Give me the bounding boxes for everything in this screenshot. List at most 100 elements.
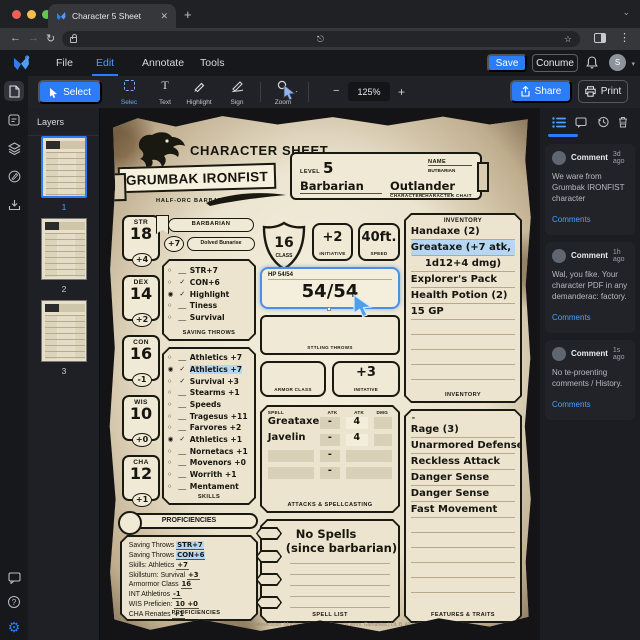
inventory-item[interactable]: Handaxe (2): [411, 224, 515, 240]
zoom-out-button[interactable]: −: [333, 85, 339, 97]
attacks-box[interactable]: SPELL ATK ATK DMG Greataxe - 4 Javelin -: [260, 405, 400, 513]
comment-card[interactable]: Comment 1s ago No te-proenting comments …: [545, 339, 635, 420]
pointer-mode-icon[interactable]: [283, 84, 298, 101]
skill-row[interactable]: ○ __ Movenors +0: [164, 457, 254, 469]
comment-card[interactable]: Comment 1h ago Wal, you fike. Your chara…: [545, 241, 635, 333]
armor-class-box[interactable]: ARMOR CLASS: [260, 361, 326, 397]
save-row[interactable]: ○ __ Survival: [164, 312, 254, 324]
browser-tab[interactable]: Character 5 Sheet ✕: [48, 4, 176, 28]
ability-dex[interactable]: DEX 14 +2: [122, 275, 160, 327]
skill-row[interactable]: ○ __ Farvores +2: [164, 422, 254, 434]
skills-box[interactable]: ○ __ Athletics +7 ◉ ✓ Athletics +7 ○ ✓ Surviva…: [162, 347, 256, 505]
character-sheet-page[interactable]: CHARACTER SHEET GRUMBAK IRONFIST HALF-OR…: [109, 116, 531, 632]
annotations-panel-icon[interactable]: [4, 166, 24, 186]
skill-row[interactable]: ◉ ✓ Athletics +7: [164, 363, 254, 375]
zoom-level[interactable]: 125%: [348, 82, 390, 101]
bookmark-star-icon[interactable]: ☆: [556, 34, 572, 45]
level-name-box[interactable]: LEVEL 5 NAME BUTBARIAN Barbarian Outland…: [290, 152, 489, 200]
help-icon[interactable]: ?: [4, 592, 24, 612]
proficiency-bonus[interactable]: +7: [164, 236, 184, 252]
saving-throws-box[interactable]: ○ __ STR+7 ○ ✓ CON+6 ◉ ✓ Highlight ○ __ Tiness ○…: [162, 259, 256, 341]
ability-cha[interactable]: CHA 12 +1: [122, 455, 160, 507]
selection-tool[interactable]: Selec: [112, 79, 146, 106]
comments-panel-icon[interactable]: [4, 110, 24, 130]
settings-gear-icon[interactable]: ⚙: [4, 617, 24, 637]
skill-row[interactable]: ◉ ✓ Athletics +1: [164, 434, 254, 446]
save-row[interactable]: ○ __ Tiness: [164, 300, 254, 312]
attack-row[interactable]: -: [262, 449, 398, 466]
url-bar[interactable]: ⎋ ☆: [62, 31, 580, 47]
comment-card[interactable]: Comment 3d ago We ware from Grumbak IRON…: [545, 143, 635, 235]
feature-item[interactable]: Danger Sense: [411, 470, 515, 486]
hp-value[interactable]: 54/54: [262, 281, 398, 302]
feature-item[interactable]: Danger Sense: [411, 486, 515, 502]
comment-list-tab-icon[interactable]: [552, 116, 566, 128]
export-panel-icon[interactable]: [4, 194, 24, 214]
proficiencies-box[interactable]: Saving Throws STR+7 Saving Throws CON+6 …: [120, 535, 258, 621]
selection-handle[interactable]: [327, 307, 331, 311]
inventory-item[interactable]: Explorer's Pack: [411, 272, 515, 288]
inventory-box[interactable]: INVENTORY Handaxe (2) Greataxe (+7 atk, …: [404, 213, 522, 403]
hp-box-selected[interactable]: HP 54/54 54/54: [260, 267, 400, 309]
feature-item[interactable]: Rage (3): [411, 422, 515, 438]
background-value[interactable]: Outlander: [390, 179, 455, 194]
ability-wis[interactable]: WIS 10 +0: [122, 395, 160, 447]
spell-slot-hex[interactable]: [256, 596, 282, 609]
share-button[interactable]: Share: [510, 80, 572, 103]
comments-link[interactable]: Comments: [552, 313, 591, 322]
page-thumbnail-2[interactable]: [41, 218, 87, 280]
sttling-throws-box[interactable]: STTLING THROWS: [260, 315, 400, 355]
skill-row[interactable]: ○ __ Mentament: [164, 480, 254, 492]
initiative-box[interactable]: +2 INITIATIVE: [312, 223, 353, 261]
menu-edit[interactable]: Edit: [92, 50, 119, 76]
save-row[interactable]: ◉ ✓ Highlight: [164, 288, 254, 300]
sign-tool[interactable]: Sign: [220, 79, 254, 106]
name-value[interactable]: BUTBARIAN: [428, 168, 472, 173]
inventory-item-highlighted[interactable]: Greataxe (+7 atk,: [411, 240, 515, 256]
attack-row[interactable]: -: [262, 465, 398, 482]
new-tab-button[interactable]: +: [184, 7, 192, 22]
speed-box[interactable]: 40ft. SPEED: [358, 223, 400, 261]
add-comment-tab-icon[interactable]: [575, 116, 587, 128]
feature-item[interactable]: Reckless Attack: [411, 454, 515, 470]
feature-item[interactable]: Fast Movement: [411, 502, 515, 518]
skill-row[interactable]: ○ __ Tragesus +11: [164, 410, 254, 422]
close-window-button[interactable]: [12, 10, 21, 19]
print-button[interactable]: Print: [578, 80, 628, 103]
skill-row[interactable]: ○ __ Stearms +1: [164, 387, 254, 399]
text-tool[interactable]: T Text: [148, 78, 182, 106]
inventory-item[interactable]: Health Potion (2): [411, 288, 515, 304]
initiative2-box[interactable]: +3 INITATIVE: [332, 361, 400, 397]
comments-link[interactable]: Comments: [552, 400, 591, 409]
pages-panel-icon[interactable]: [4, 81, 24, 101]
feature-item[interactable]: Unarmored Defense: [411, 438, 515, 454]
back-button[interactable]: ←: [10, 32, 21, 44]
feedback-chat-icon[interactable]: [4, 568, 24, 588]
save-button[interactable]: Save: [487, 54, 527, 72]
inventory-item[interactable]: 1d12+4 dmg): [411, 256, 515, 272]
avatar-caret-icon[interactable]: ▾: [631, 60, 635, 68]
skill-row[interactable]: ○ ✓ Survival +3: [164, 375, 254, 387]
ability-con[interactable]: CON 16 -1: [122, 335, 160, 387]
notifications-bell-icon[interactable]: [586, 56, 598, 69]
tab-search-icon[interactable]: ⌄: [622, 7, 630, 18]
trash-tab-icon[interactable]: [618, 116, 628, 128]
consume-button[interactable]: Conume: [532, 54, 578, 72]
avatar[interactable]: S: [609, 54, 626, 71]
menu-tools[interactable]: Tools: [196, 50, 229, 76]
skill-row[interactable]: ○ __ Nornetacs +1: [164, 445, 254, 457]
comments-link[interactable]: Comments: [552, 215, 591, 224]
save-row[interactable]: ○ ✓ CON+6: [164, 276, 254, 288]
class-value[interactable]: Barbarian: [300, 179, 382, 194]
skill-row[interactable]: ○ __ Athletics +7: [164, 352, 254, 364]
save-row[interactable]: ○ __ STR+7: [164, 265, 254, 277]
minimize-window-button[interactable]: [27, 10, 36, 19]
spell-slot-hex[interactable]: [256, 573, 282, 586]
spell-slot-hex[interactable]: [256, 550, 282, 563]
page-thumbnail-3[interactable]: [41, 300, 87, 362]
attack-row[interactable]: Javelin - 4: [262, 432, 398, 449]
layers-panel-icon[interactable]: [4, 138, 24, 158]
history-tab-icon[interactable]: [597, 116, 609, 128]
highlight-tool[interactable]: Highlight: [182, 79, 216, 106]
armor-class-shield[interactable]: 16 CLASS: [262, 221, 306, 271]
